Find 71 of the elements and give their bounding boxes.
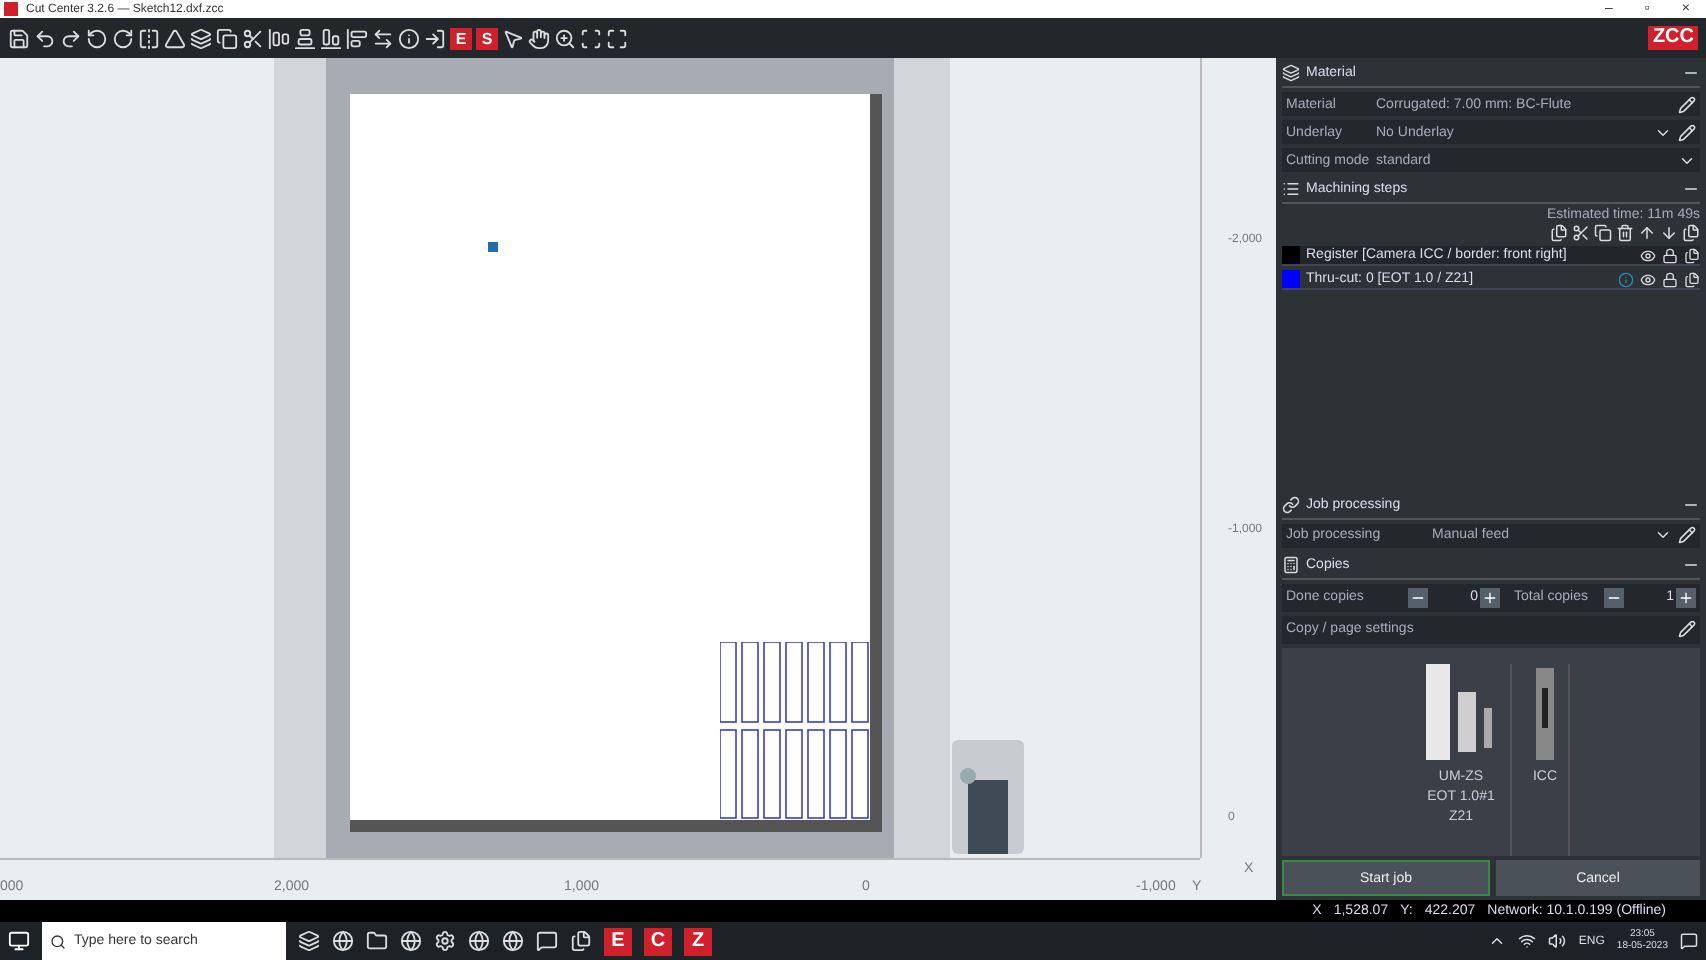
add-step-icon[interactable] bbox=[1550, 224, 1568, 242]
delete-icon[interactable] bbox=[1616, 224, 1634, 242]
redo-icon[interactable] bbox=[60, 27, 82, 49]
layers-icon bbox=[1282, 64, 1300, 82]
browser-icon[interactable] bbox=[332, 930, 354, 952]
decrement-button[interactable] bbox=[1408, 587, 1428, 607]
undo-icon[interactable] bbox=[34, 27, 56, 49]
mirror-icon[interactable] bbox=[138, 27, 160, 49]
chat-icon[interactable] bbox=[536, 930, 558, 952]
eye-icon[interactable] bbox=[1640, 247, 1656, 263]
edit-icon[interactable] bbox=[1678, 620, 1696, 638]
duplicate-icon[interactable] bbox=[1682, 224, 1700, 242]
rotate-left-icon[interactable] bbox=[86, 27, 108, 49]
cutter-head-drawing bbox=[952, 740, 1024, 854]
align-left-icon[interactable] bbox=[268, 27, 290, 49]
wifi-icon[interactable] bbox=[1518, 932, 1537, 950]
link-icon bbox=[1282, 495, 1300, 513]
app-icon[interactable]: Z bbox=[684, 927, 712, 955]
edit-icon[interactable] bbox=[1678, 526, 1696, 544]
zoom-extents-icon[interactable] bbox=[606, 27, 628, 49]
dropdown-icon[interactable] bbox=[1654, 526, 1672, 544]
copy-icon[interactable] bbox=[1684, 247, 1700, 263]
copy-icon[interactable] bbox=[1684, 271, 1700, 287]
edit-icon[interactable] bbox=[1678, 123, 1696, 141]
plus-icon bbox=[1678, 589, 1694, 605]
rotate-right-icon[interactable] bbox=[112, 27, 134, 49]
letter-button[interactable]: E bbox=[450, 27, 472, 49]
notes-icon[interactable] bbox=[570, 930, 592, 952]
app-icon[interactable]: E bbox=[604, 927, 632, 955]
register-mark-icon bbox=[488, 242, 498, 252]
align-right-icon[interactable] bbox=[346, 27, 368, 49]
plus-icon bbox=[1482, 589, 1498, 605]
tool-drawing bbox=[1531, 663, 1559, 763]
move-up-icon[interactable] bbox=[1638, 224, 1656, 242]
settings-icon[interactable] bbox=[434, 930, 456, 952]
chevron-up-icon[interactable] bbox=[1488, 932, 1507, 950]
import-icon[interactable] bbox=[424, 27, 446, 49]
align-top-icon[interactable] bbox=[320, 27, 342, 49]
browser-icon[interactable] bbox=[400, 930, 422, 952]
browser-icon[interactable] bbox=[468, 930, 490, 952]
zoom-icon[interactable] bbox=[554, 27, 576, 49]
triangle-icon[interactable] bbox=[164, 27, 186, 49]
volume-icon[interactable] bbox=[1548, 932, 1567, 950]
search-icon bbox=[50, 933, 66, 949]
align-bottom-icon[interactable] bbox=[294, 27, 316, 49]
app-logo-icon bbox=[4, 2, 18, 16]
list-icon bbox=[1282, 180, 1300, 198]
increment-button[interactable] bbox=[1676, 587, 1696, 607]
brand-logo: ZCC bbox=[1648, 26, 1698, 50]
lock-icon[interactable] bbox=[1662, 247, 1678, 263]
move-down-icon[interactable] bbox=[1660, 224, 1678, 242]
distribute-icon[interactable] bbox=[372, 27, 394, 49]
hand-icon[interactable] bbox=[528, 27, 550, 49]
lock-icon[interactable] bbox=[1662, 271, 1678, 287]
scissors-icon[interactable] bbox=[242, 27, 264, 49]
zoom-fit-icon[interactable] bbox=[580, 27, 602, 49]
save-icon[interactable] bbox=[8, 27, 30, 49]
copy-icon[interactable] bbox=[1594, 224, 1612, 242]
eye-icon[interactable] bbox=[1640, 271, 1656, 287]
notifications-icon[interactable] bbox=[1680, 932, 1698, 950]
pointer-icon[interactable] bbox=[502, 27, 524, 49]
copy-icon[interactable] bbox=[216, 27, 238, 49]
letter-button[interactable]: S bbox=[476, 27, 498, 49]
decrement-button[interactable] bbox=[1604, 587, 1624, 607]
app-icon[interactable]: C bbox=[644, 927, 672, 955]
folder-icon[interactable] bbox=[366, 930, 388, 952]
browser-icon[interactable] bbox=[502, 930, 524, 952]
layers-icon[interactable] bbox=[190, 27, 212, 49]
edit-icon[interactable] bbox=[1678, 95, 1696, 113]
increment-button[interactable] bbox=[1480, 587, 1500, 607]
scissors-icon[interactable] bbox=[1572, 224, 1590, 242]
